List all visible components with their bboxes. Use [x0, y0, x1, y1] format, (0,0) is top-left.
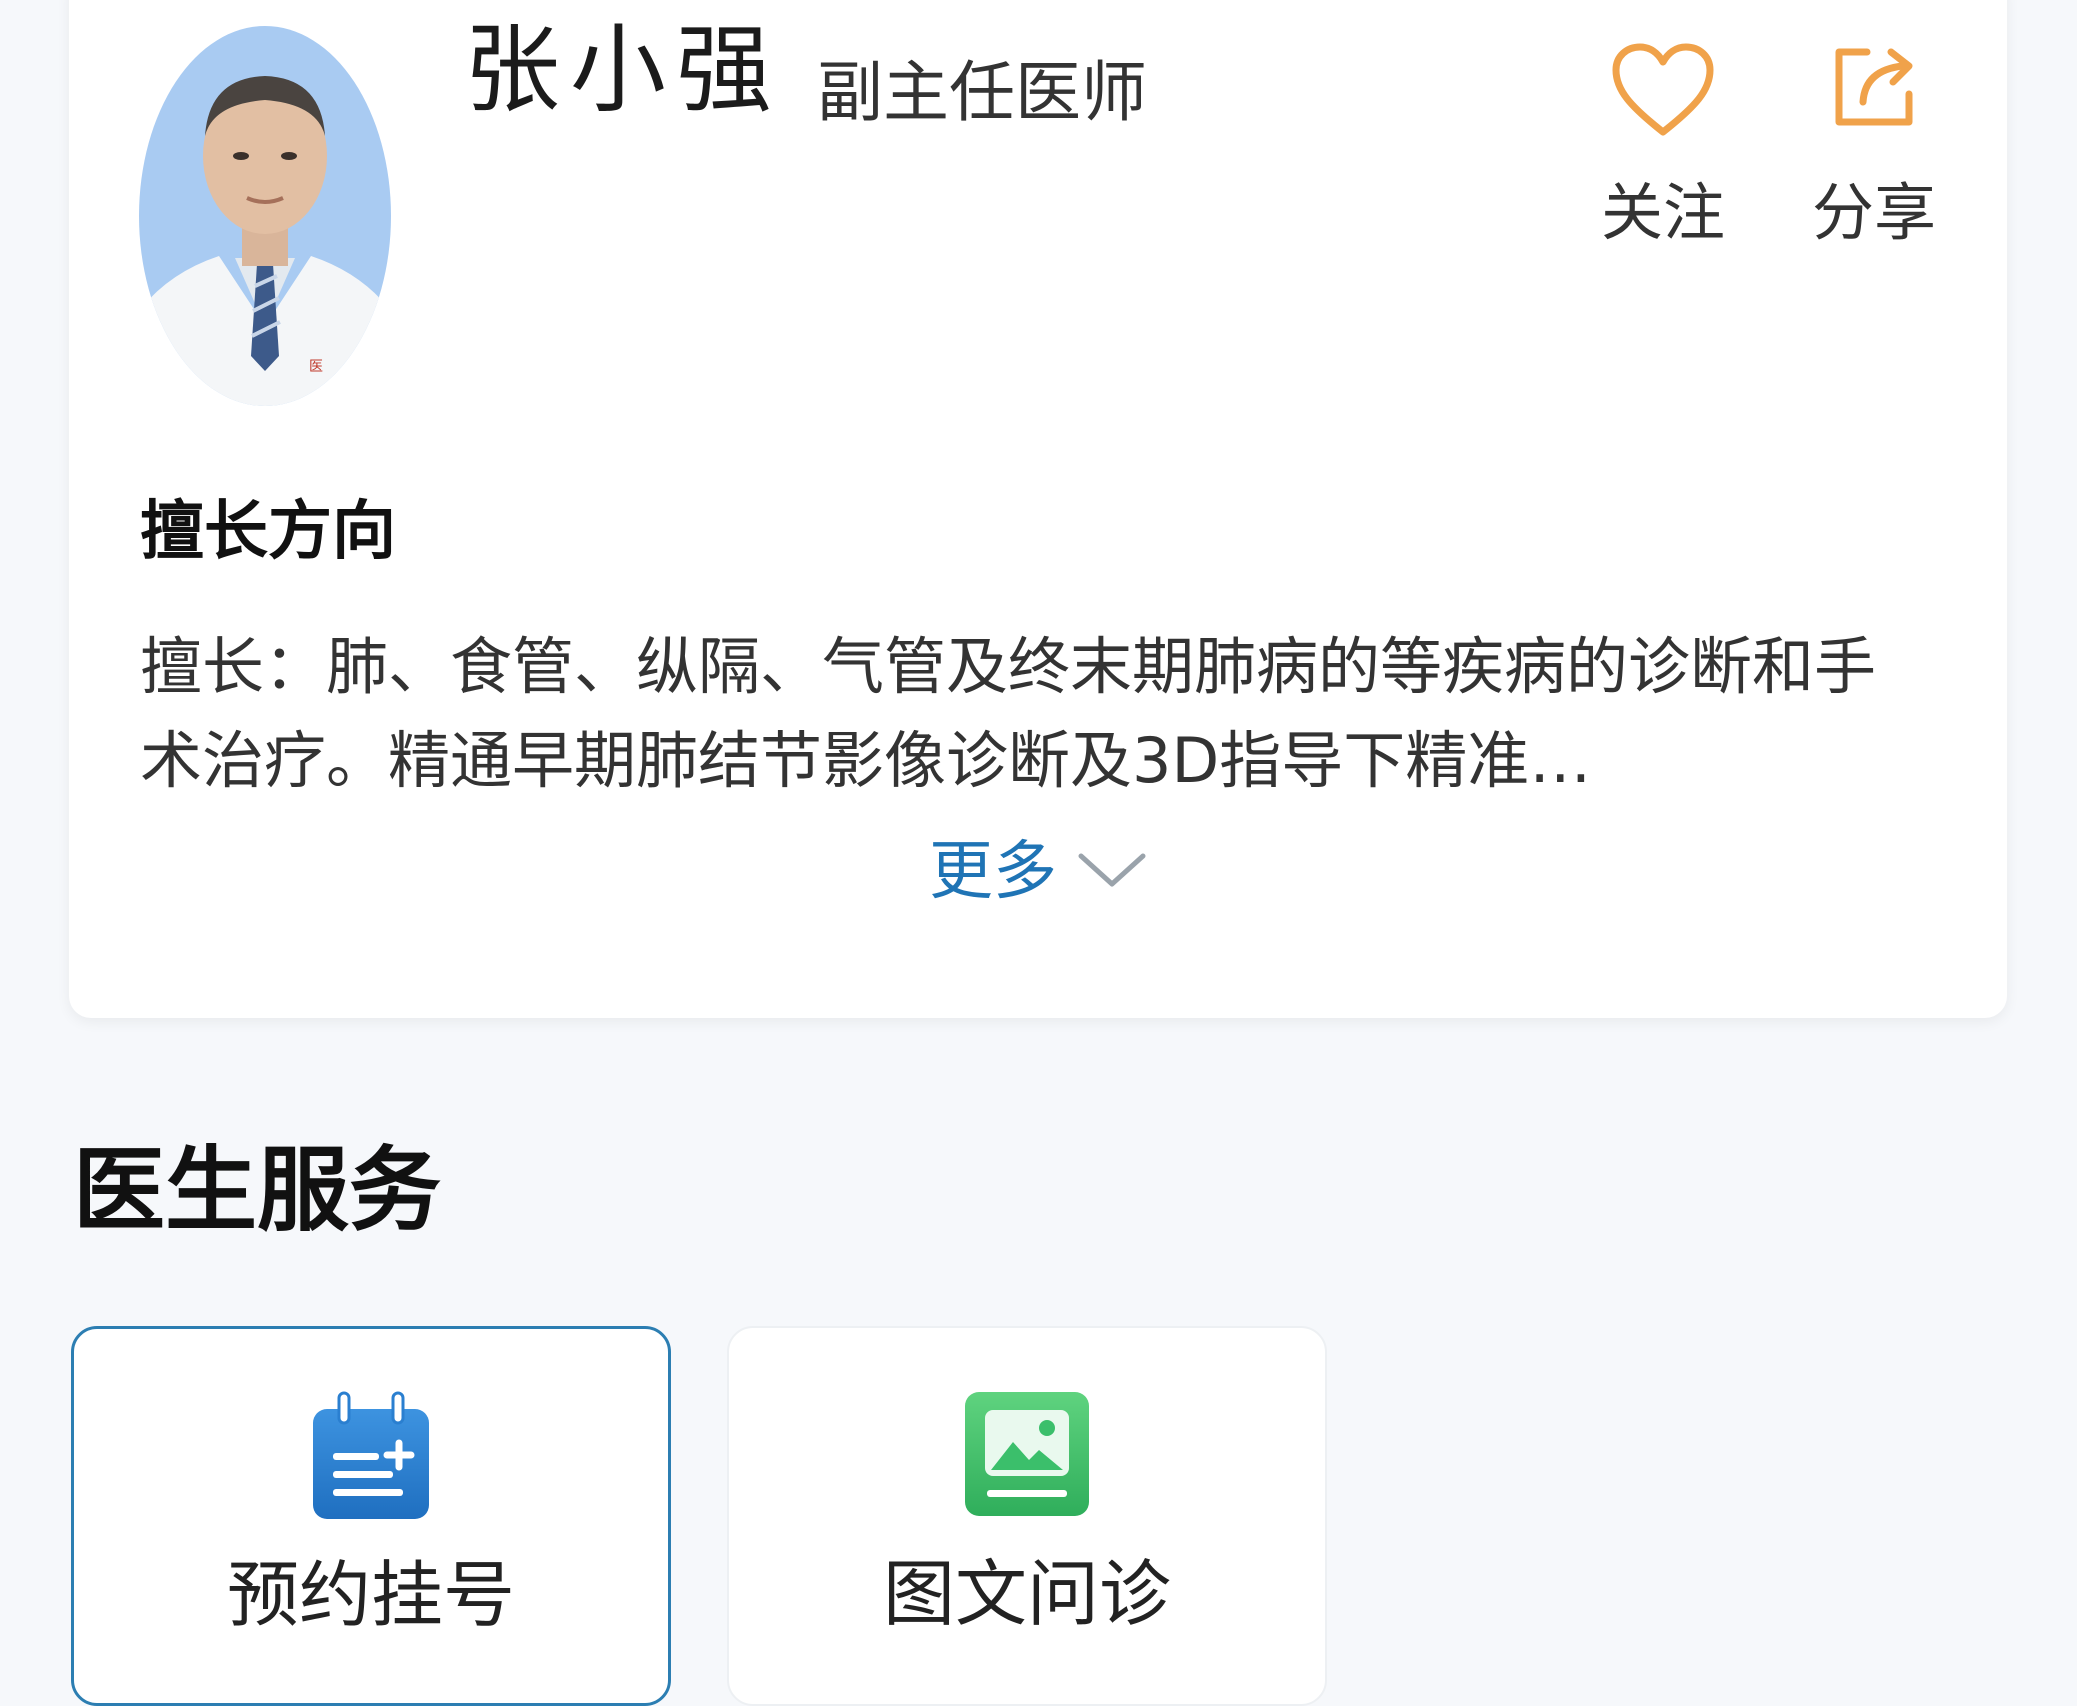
service-consultation-label: 图文问诊 — [882, 1552, 1171, 1636]
doctor-avatar: 医 — [139, 26, 391, 406]
specialty-heading: 擅长方向 — [140, 495, 396, 569]
more-toggle-button[interactable]: 更多 — [69, 832, 2007, 912]
more-label: 更多 — [929, 835, 1057, 909]
service-appointment-card[interactable]: 预约挂号 — [71, 1326, 671, 1706]
doctor-title: 副主任医师 — [817, 54, 1147, 131]
specialty-description: 擅长：肺、食管、纵隔、气管及终末期肺病的等疾病的诊断和手术治疗。精通早期肺结节影… — [140, 630, 1877, 797]
svg-text:医: 医 — [309, 359, 323, 375]
image-icon — [963, 1390, 1091, 1522]
doctor-name: 张小强 — [464, 14, 782, 126]
share-label: 分享 — [1811, 176, 1936, 249]
doctor-profile-card: 医 张小强 副主任医师 关注 分享 擅长方向 擅长：肺、食管、纵隔、气管及终末期… — [69, 0, 2007, 1018]
chevron-down-icon — [1077, 850, 1147, 894]
follow-button[interactable]: 关注 — [1583, 42, 1743, 252]
service-consultation-card[interactable]: 图文问诊 — [727, 1326, 1327, 1706]
service-appointment-label: 预约挂号 — [226, 1553, 515, 1637]
share-icon — [1829, 42, 1919, 136]
services-title: 医生服务 — [73, 1137, 442, 1244]
calendar-add-icon — [311, 1391, 431, 1525]
share-button[interactable]: 分享 — [1794, 42, 1954, 252]
heart-icon — [1610, 42, 1716, 144]
follow-label: 关注 — [1600, 176, 1725, 249]
